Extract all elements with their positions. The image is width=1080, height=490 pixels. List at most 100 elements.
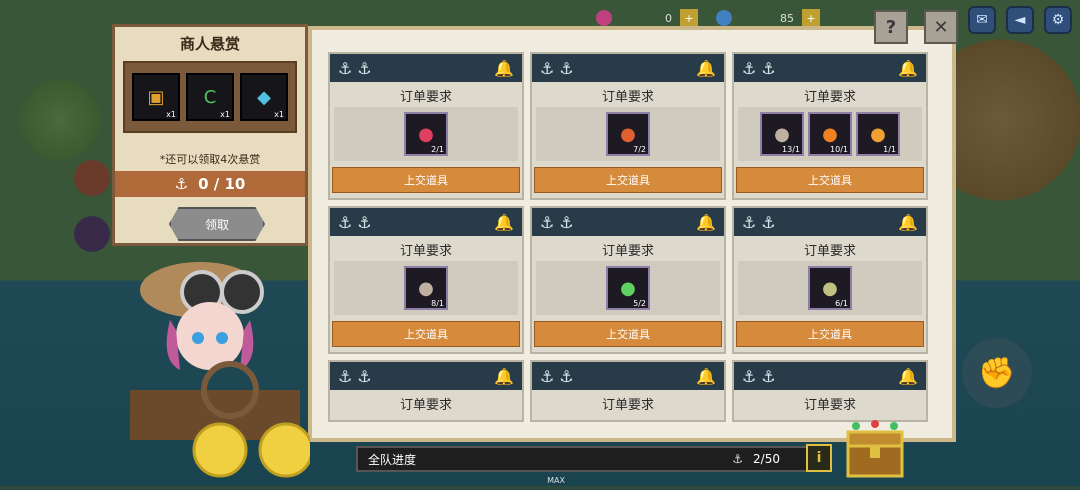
anchor-icon: ⚓ ⚓: [742, 58, 776, 78]
order-title: 订单要求: [399, 244, 452, 259]
order-card: ⚓ ⚓ 🔔 订单要求: [732, 360, 928, 422]
merchant-title: 商人悬赏: [179, 35, 240, 53]
goldfish-icon: ●: [822, 123, 838, 145]
fish-icon: ●: [418, 277, 434, 299]
order-card: ⚓ ⚓ 🔔 订单要求 ● 6/1 上交道具: [732, 206, 928, 354]
anchor-icon: ⚓ ⚓: [540, 212, 574, 232]
gear-icon: ⚙: [1051, 12, 1065, 28]
speaker-icon: ◄: [1014, 12, 1026, 28]
reward-slot[interactable]: C x1: [186, 73, 234, 121]
item-slot[interactable]: ● 6/1: [808, 266, 852, 310]
submit-items-button[interactable]: 上交道具: [534, 321, 722, 347]
claim-button[interactable]: 领取: [169, 207, 265, 241]
castle-icon: [74, 216, 110, 252]
settings-button[interactable]: ⚙: [1044, 6, 1072, 34]
reward-slot[interactable]: ◆ x1: [240, 73, 288, 121]
reward-count: x1: [166, 110, 176, 119]
bell-icon: 🔔: [898, 212, 918, 232]
item-count: 2/1: [431, 145, 444, 154]
attack-button[interactable]: ✊: [962, 338, 1032, 408]
reward-slot[interactable]: ▣ x1: [132, 73, 180, 121]
item-slot[interactable]: ● 13/1: [760, 112, 804, 156]
order-card: ⚓ ⚓ 🔔 订单要求 ● 8/1 上交道具: [328, 206, 524, 354]
anchor-icon: ⚓ ⚓: [742, 366, 776, 386]
order-title: 订单要求: [601, 244, 654, 259]
item-slot[interactable]: ● 1/1: [856, 112, 900, 156]
item-slot[interactable]: ● 8/1: [404, 266, 448, 310]
side-team-button[interactable]: [72, 160, 112, 196]
submit-items-button[interactable]: 上交道具: [332, 167, 520, 193]
order-card-header: ⚓ ⚓ 🔔: [330, 54, 522, 82]
order-title: 订单要求: [803, 90, 856, 105]
merchant-bounty-panel: 商人悬赏 ▣ x1 C x1 ◆ x1 *还可以领取4次悬赏 ⚓ 0 / 10 …: [112, 24, 308, 246]
order-card-header: ⚓ ⚓ 🔔: [330, 208, 522, 236]
order-card-header: ⚓ ⚓ 🔔: [734, 362, 926, 390]
gem-currency-icon: [596, 10, 612, 26]
item-count: 13/1: [782, 145, 800, 154]
order-card-header: ⚓ ⚓ 🔔: [532, 362, 724, 390]
submit-items-button[interactable]: 上交道具: [736, 321, 924, 347]
team-progress-label: 全队进度: [368, 452, 417, 467]
order-title: 订单要求: [803, 244, 856, 259]
item-slot[interactable]: ● 5/2: [606, 266, 650, 310]
team-progress-value: 2/50: [753, 452, 780, 466]
item-count: 6/1: [835, 299, 848, 308]
order-title: 订单要求: [803, 398, 856, 413]
submit-items-button[interactable]: 上交道具: [534, 167, 722, 193]
bounty-progress-value: 0 / 10: [198, 175, 246, 193]
help-button[interactable]: ?: [874, 10, 908, 44]
orders-panel: ⚓ ⚓ 🔔 订单要求 ● 2/1 上交道具 ⚓ ⚓ 🔔 订单要求 ● 7/2 上交道具 ⚓ ⚓ 🔔 订单要求…: [308, 26, 956, 442]
bell-icon: 🔔: [494, 212, 514, 232]
order-card: ⚓ ⚓ 🔔 订单要求 ● 2/1 上交道具: [328, 52, 524, 200]
stamina-icon: [716, 10, 732, 26]
crystal-icon: ●: [418, 123, 434, 145]
bell-icon: 🔔: [898, 366, 918, 386]
item-slot[interactable]: ● 7/2: [606, 112, 650, 156]
card-icon: C: [203, 86, 217, 108]
order-card-header: ⚓ ⚓ 🔔: [734, 208, 926, 236]
mail-icon: ✉: [976, 12, 988, 28]
order-items: ● 5/2: [536, 261, 720, 315]
bell-icon: 🔔: [696, 212, 716, 232]
reward-box: ▣ x1 C x1 ◆ x1: [123, 61, 297, 133]
item-count: 8/1: [431, 299, 444, 308]
order-card-header: ⚓ ⚓ 🔔: [532, 208, 724, 236]
bell-icon: 🔔: [494, 58, 514, 78]
fist-icon: ✊: [978, 355, 1016, 391]
order-title: 订单要求: [399, 90, 452, 105]
currency-1-value: 0: [665, 11, 672, 25]
order-card-header: ⚓ ⚓ 🔔: [734, 54, 926, 82]
item-slot[interactable]: ● 10/1: [808, 112, 852, 156]
add-currency-1-button[interactable]: +: [680, 9, 698, 27]
cabbage-icon: ●: [620, 277, 636, 299]
order-card-header: ⚓ ⚓ 🔔: [330, 362, 522, 390]
currency-2-value: 85: [780, 11, 794, 25]
side-castle-button[interactable]: [72, 216, 112, 252]
bell-icon: 🔔: [696, 58, 716, 78]
anchor-icon: ⚓ ⚓: [540, 366, 574, 386]
order-title: 订单要求: [601, 90, 654, 105]
add-currency-2-button[interactable]: +: [802, 9, 820, 27]
fish-icon: ●: [774, 123, 790, 145]
order-items: ● 6/1: [738, 261, 922, 315]
anchor-icon: ⚓ ⚓: [540, 58, 574, 78]
mail-button[interactable]: ✉: [968, 6, 996, 34]
team-progress-bar: 全队进度 ⚓ 2/50: [356, 446, 808, 472]
bell-icon: 🔔: [696, 366, 716, 386]
close-button[interactable]: ✕: [924, 10, 958, 44]
bounty-progress: ⚓ 0 / 10: [115, 171, 305, 197]
order-items: ● 7/2: [536, 107, 720, 161]
order-card: ⚓ ⚓ 🔔 订单要求 ● 13/1 ● 10/1 ● 1/1 上交道具: [732, 52, 928, 200]
anchor-icon: ⚓ ⚓: [338, 212, 372, 232]
team-reward-chest[interactable]: [844, 418, 906, 480]
sound-button[interactable]: ◄: [1006, 6, 1034, 34]
info-button[interactable]: i: [806, 444, 832, 472]
question-icon: ?: [885, 16, 897, 38]
reward-count: x1: [274, 110, 284, 119]
submit-items-button[interactable]: 上交道具: [736, 167, 924, 193]
anchor-icon: ⚓ ⚓: [338, 58, 372, 78]
gem-icon: ◆: [257, 86, 271, 108]
item-slot[interactable]: ● 2/1: [404, 112, 448, 156]
submit-items-button[interactable]: 上交道具: [332, 321, 520, 347]
order-card: ⚓ ⚓ 🔔 订单要求 ● 7/2 上交道具: [530, 52, 726, 200]
